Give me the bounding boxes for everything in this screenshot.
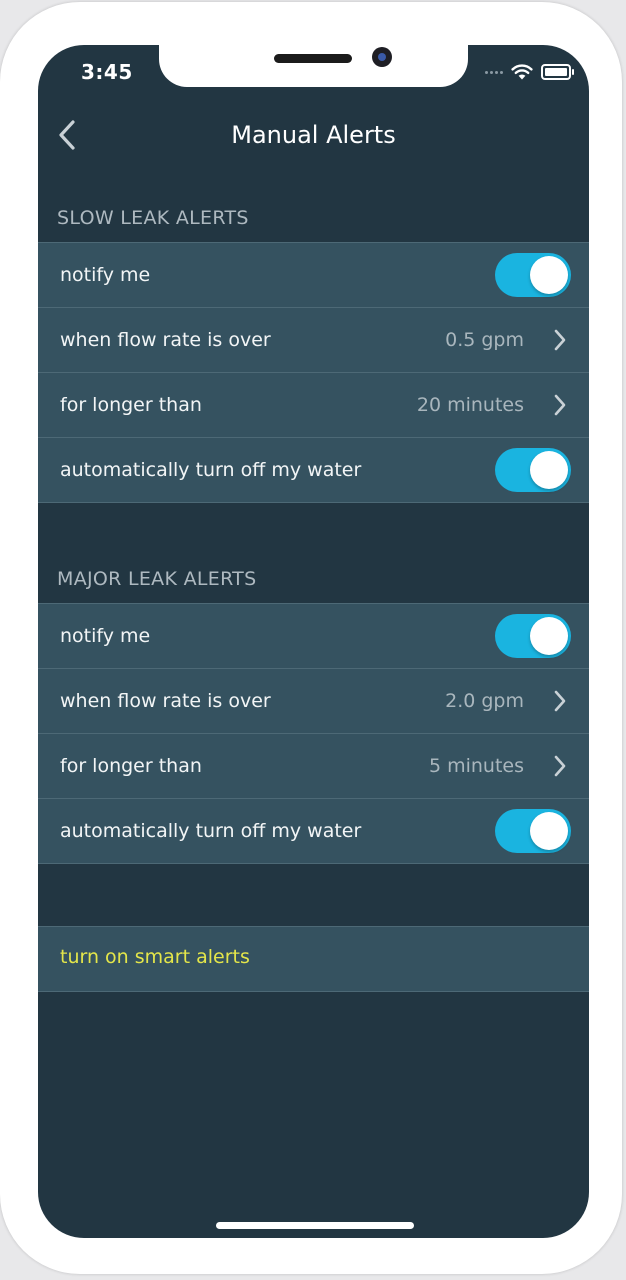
chevron-right-icon: [551, 394, 569, 416]
flow-rate-value: 0.5 gpm: [445, 329, 524, 351]
chevron-right-icon: [551, 329, 569, 351]
home-indicator[interactable]: [216, 1222, 414, 1229]
slow-leak-duration-row[interactable]: for longer than 20 minutes: [38, 372, 589, 437]
signal-dots-icon: [485, 70, 503, 74]
slow-leak-group: notify me when flow rate is over 0.5 gpm…: [38, 242, 589, 503]
app-screen: 3:45 Manual Alerts SLOW LEAK ALERTS noti…: [38, 45, 589, 1238]
major-leak-section-header: MAJOR LEAK ALERTS: [57, 568, 257, 590]
page-title: Manual Alerts: [231, 121, 396, 149]
camera-icon: [372, 47, 392, 67]
toggle-knob: [530, 812, 568, 850]
status-icons: [485, 64, 574, 80]
toggle-knob: [530, 256, 568, 294]
duration-value: 5 minutes: [428, 755, 524, 777]
row-label: for longer than: [60, 755, 202, 777]
battery-icon: [541, 64, 574, 80]
wifi-icon: [511, 64, 533, 80]
row-label: for longer than: [60, 394, 202, 416]
slow-leak-flow-rate-row[interactable]: when flow rate is over 0.5 gpm: [38, 307, 589, 372]
duration-value: 20 minutes: [416, 394, 524, 416]
chevron-right-icon: [551, 690, 569, 712]
major-leak-shutoff-row: automatically turn off my water: [38, 798, 589, 864]
slow-leak-notify-toggle[interactable]: [495, 253, 571, 297]
slow-leak-section-header: SLOW LEAK ALERTS: [57, 207, 249, 229]
smart-alerts-button[interactable]: turn on smart alerts: [38, 926, 589, 992]
status-time: 3:45: [81, 60, 133, 84]
row-label: notify me: [60, 264, 151, 286]
slow-leak-shutoff-row: automatically turn off my water: [38, 437, 589, 503]
toggle-knob: [530, 451, 568, 489]
row-label: notify me: [60, 625, 151, 647]
flow-rate-value: 2.0 gpm: [445, 690, 524, 712]
device-notch: [159, 45, 468, 87]
slow-leak-notify-row: notify me: [38, 242, 589, 307]
phone-frame: 3:45 Manual Alerts SLOW LEAK ALERTS noti…: [0, 2, 622, 1274]
row-label: automatically turn off my water: [60, 459, 362, 481]
slow-leak-shutoff-toggle[interactable]: [495, 448, 571, 492]
major-leak-duration-row[interactable]: for longer than 5 minutes: [38, 733, 589, 798]
speaker-grille: [274, 54, 352, 63]
row-label: when flow rate is over: [60, 329, 271, 351]
major-leak-group: notify me when flow rate is over 2.0 gpm…: [38, 603, 589, 864]
toggle-knob: [530, 617, 568, 655]
major-leak-shutoff-toggle[interactable]: [495, 809, 571, 853]
row-label: automatically turn off my water: [60, 820, 362, 842]
major-leak-flow-rate-row[interactable]: when flow rate is over 2.0 gpm: [38, 668, 589, 733]
major-leak-notify-toggle[interactable]: [495, 614, 571, 658]
row-label: when flow rate is over: [60, 690, 271, 712]
major-leak-notify-row: notify me: [38, 603, 589, 668]
smart-alerts-label: turn on smart alerts: [60, 946, 250, 968]
nav-bar: Manual Alerts: [38, 109, 589, 161]
chevron-right-icon: [551, 755, 569, 777]
